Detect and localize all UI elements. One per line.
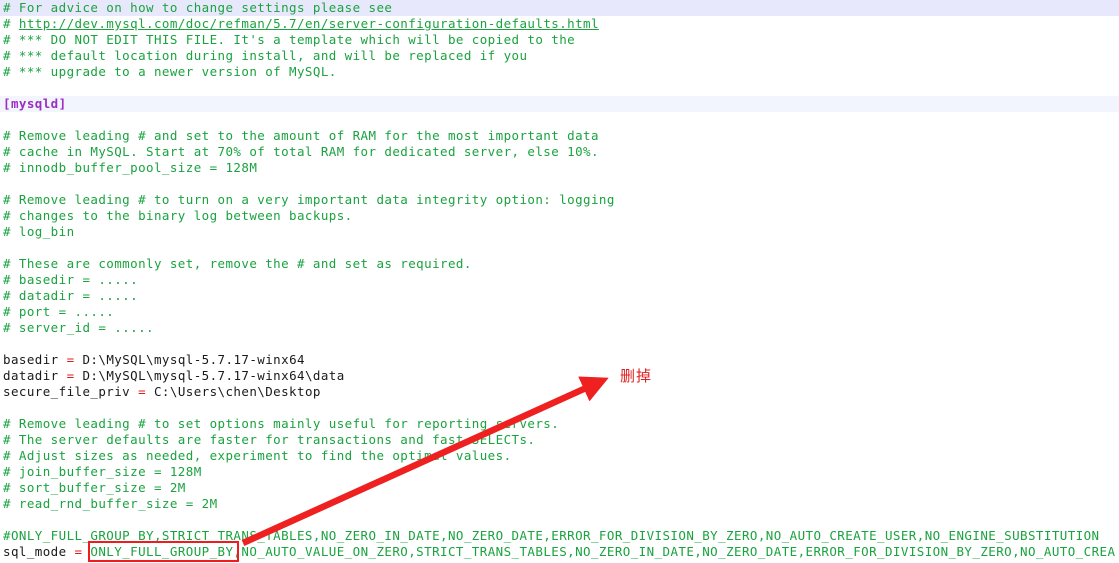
- setting-value: ONLY_FULL_GROUP_BY,NO_AUTO_VALUE_ON_ZERO…: [82, 544, 1116, 559]
- code-line[interactable]: # http://dev.mysql.com/doc/refman/5.7/en…: [0, 16, 1119, 32]
- code-line[interactable]: # Adjust sizes as needed, experiment to …: [0, 448, 1119, 464]
- setting-key: basedir: [3, 352, 67, 367]
- equals-sign: =: [66, 368, 75, 383]
- code-line[interactable]: [0, 400, 1119, 416]
- code-line[interactable]: # changes to the binary log between back…: [0, 208, 1119, 224]
- setting-value: C:\Users\chen\Desktop: [146, 384, 321, 399]
- setting-value: D:\MySQL\mysql-5.7.17-winx64: [74, 352, 305, 367]
- code-line[interactable]: datadir = D:\MySQL\mysql-5.7.17-winx64\d…: [0, 368, 1119, 384]
- code-line[interactable]: # Remove leading # to set options mainly…: [0, 416, 1119, 432]
- setting-key: datadir: [3, 368, 67, 383]
- code-line[interactable]: # innodb_buffer_pool_size = 128M: [0, 160, 1119, 176]
- setting-key: secure_file_priv: [3, 384, 139, 399]
- code-line[interactable]: # join_buffer_size = 128M: [0, 464, 1119, 480]
- code-line[interactable]: [0, 336, 1119, 352]
- code-line[interactable]: # sort_buffer_size = 2M: [0, 480, 1119, 496]
- code-line[interactable]: # server_id = .....: [0, 320, 1119, 336]
- code-line[interactable]: # basedir = .....: [0, 272, 1119, 288]
- setting-value: D:\MySQL\mysql-5.7.17-winx64\data: [74, 368, 345, 383]
- code-line[interactable]: # *** upgrade to a newer version of MySQ…: [0, 64, 1119, 80]
- code-line[interactable]: [0, 512, 1119, 528]
- code-line[interactable]: # log_bin: [0, 224, 1119, 240]
- code-line[interactable]: sql_mode = ONLY_FULL_GROUP_BY,NO_AUTO_VA…: [0, 544, 1119, 560]
- code-line[interactable]: [0, 80, 1119, 96]
- code-line[interactable]: basedir = D:\MySQL\mysql-5.7.17-winx64: [0, 352, 1119, 368]
- section-header-mysqld: [mysqld]: [3, 96, 67, 111]
- code-line[interactable]: # cache in MySQL. Start at 70% of total …: [0, 144, 1119, 160]
- setting-key: sql_mode: [3, 544, 75, 559]
- equals-sign: =: [66, 352, 75, 367]
- code-line[interactable]: # The server defaults are faster for tra…: [0, 432, 1119, 448]
- code-line[interactable]: # read_rnd_buffer_size = 2M: [0, 496, 1119, 512]
- comment-hash: #: [3, 16, 19, 31]
- code-line[interactable]: [0, 176, 1119, 192]
- code-line[interactable]: # port = .....: [0, 304, 1119, 320]
- code-line[interactable]: secure_file_priv = C:\Users\chen\Desktop: [0, 384, 1119, 400]
- code-line[interactable]: # For advice on how to change settings p…: [0, 0, 1119, 16]
- documentation-link[interactable]: http://dev.mysql.com/doc/refman/5.7/en/s…: [19, 16, 599, 31]
- equals-sign: =: [138, 384, 147, 399]
- code-line[interactable]: # *** default location during install, a…: [0, 48, 1119, 64]
- code-line[interactable]: # Remove leading # and set to the amount…: [0, 128, 1119, 144]
- code-line[interactable]: # datadir = .....: [0, 288, 1119, 304]
- code-line[interactable]: # These are commonly set, remove the # a…: [0, 256, 1119, 272]
- config-file-editor[interactable]: # For advice on how to change settings p…: [0, 0, 1119, 563]
- code-line[interactable]: # Remove leading # to turn on a very imp…: [0, 192, 1119, 208]
- code-line[interactable]: #ONLY_FULL_GROUP_BY,STRICT_TRANS_TABLES,…: [0, 528, 1119, 544]
- code-line[interactable]: # *** DO NOT EDIT THIS FILE. It's a temp…: [0, 32, 1119, 48]
- code-line[interactable]: [mysqld]: [0, 96, 1119, 112]
- code-line[interactable]: [0, 240, 1119, 256]
- code-line[interactable]: [0, 112, 1119, 128]
- annotation-label: 删掉: [620, 367, 653, 385]
